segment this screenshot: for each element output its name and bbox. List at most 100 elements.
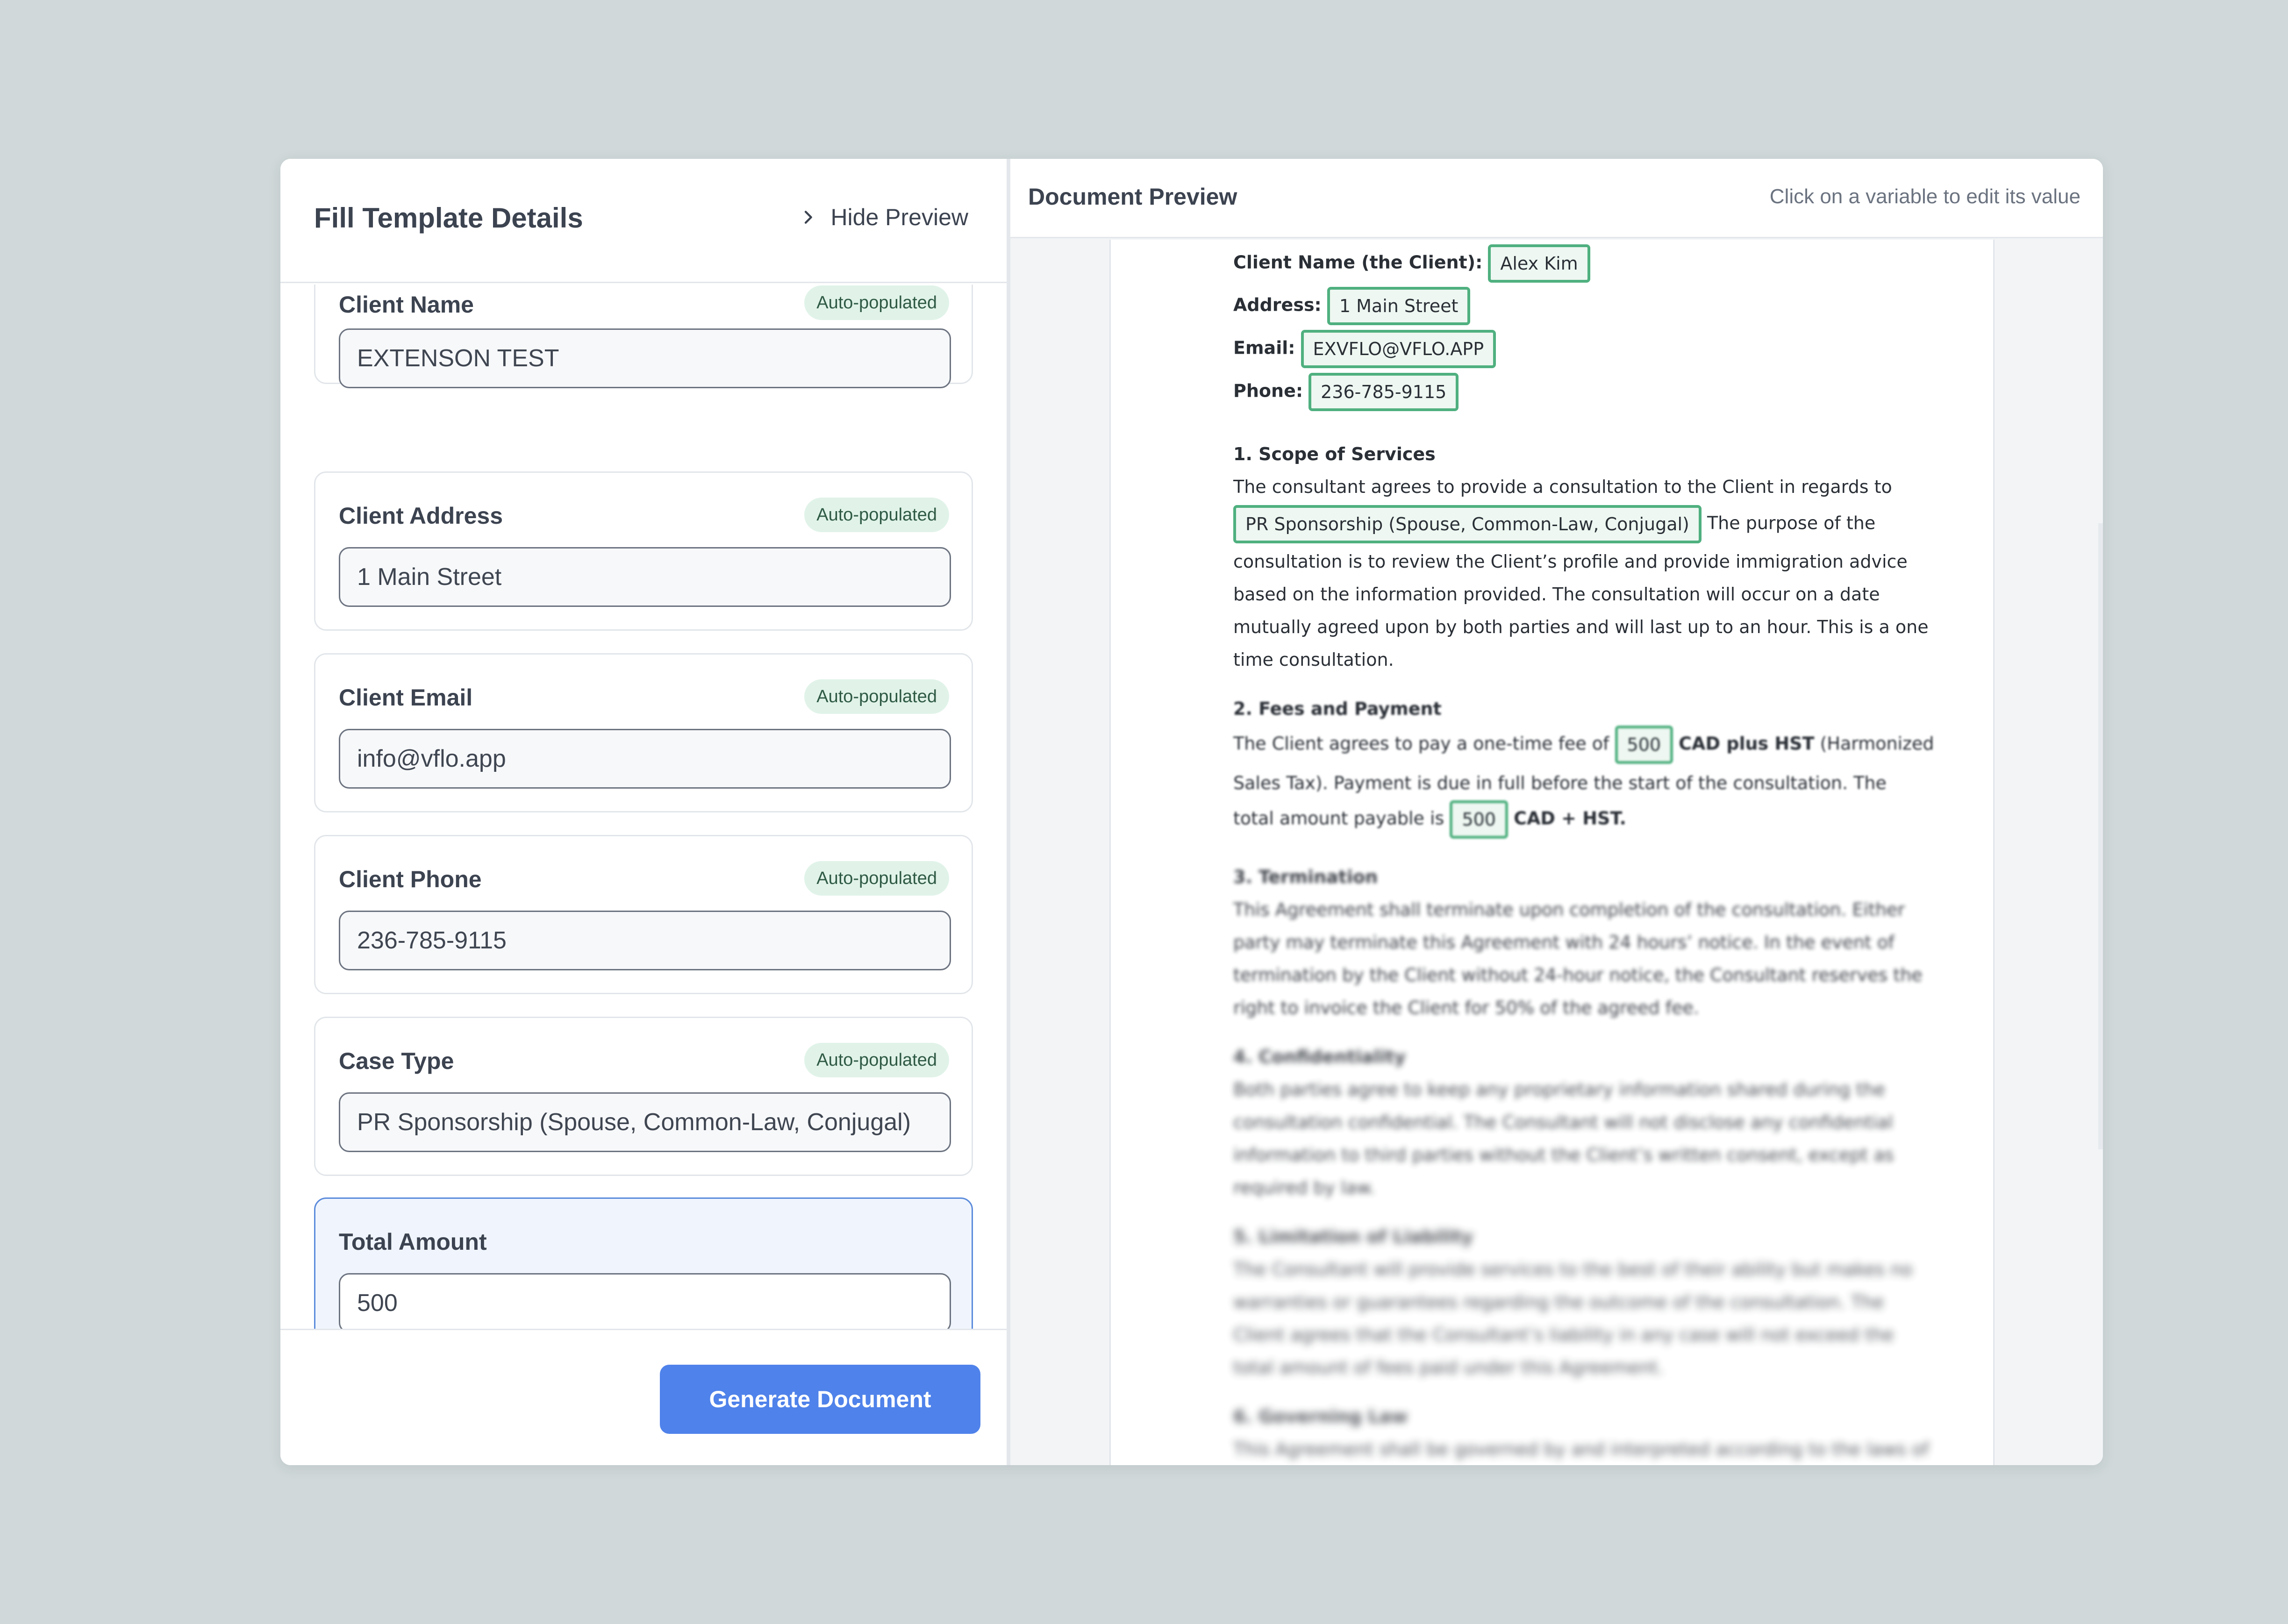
pane-divider[interactable] (1007, 159, 1010, 1465)
document-line: PR Sponsorship (Spouse, Common-Law, Conj… (1233, 505, 1875, 543)
address-line: Address: 1 Main Street (1233, 287, 1471, 325)
document-line: right to invoice the Client for 50% of t… (1233, 999, 1699, 1017)
document-text: party may terminate this Agreement with … (1233, 932, 1895, 953)
document-line: required by law. (1233, 1179, 1375, 1197)
variable-fee[interactable]: 500 (1615, 726, 1673, 764)
auto-populated-badge: Auto-populated (804, 498, 949, 532)
variable-case-type[interactable]: PR Sponsorship (Spouse, Common-Law, Conj… (1233, 505, 1702, 543)
field-label: Client Name (339, 292, 474, 318)
document-text: right to invoice the Client for 50% of t… (1233, 997, 1699, 1018)
preview-title: Document Preview (1028, 184, 1237, 210)
field-label: Total Amount (339, 1229, 487, 1255)
form-header: Fill Template Details Hide Preview (280, 159, 1007, 283)
field-card-client-name: Client Name Auto-populated EXTENSON TEST (314, 285, 973, 388)
fields-scroll-area[interactable]: Client Name Auto-populated EXTENSON TEST… (280, 285, 1007, 1465)
document-line: The consultant agrees to provide a consu… (1233, 478, 1892, 496)
document-line: party may terminate this Agreement with … (1233, 933, 1895, 951)
total-amount-input[interactable]: 500 (339, 1273, 951, 1333)
field-card-client-email: Client Email Auto-populated info@vflo.app (314, 653, 973, 812)
field-card-client-phone: Client Phone Auto-populated 236-785-9115 (314, 835, 973, 994)
section-heading: 1. Scope of Services (1233, 445, 1436, 463)
client-name-line: Client Name (the Client): Alex Kim (1233, 244, 1590, 283)
document-line: Both parties agree to keep any proprieta… (1233, 1081, 1885, 1098)
auto-populated-badge: Auto-populated (804, 1043, 949, 1077)
section-5-heading: 5. Limitation of Liability (1233, 1226, 1473, 1247)
form-footer: Generate Document (280, 1329, 1007, 1465)
client-phone-input[interactable]: 236-785-9115 (339, 911, 951, 970)
document-text: The consultant agrees to provide a consu… (1233, 477, 1892, 497)
document-line: mutually agreed upon by both parties and… (1233, 618, 1929, 636)
section-3-heading: 3. Termination (1233, 867, 1378, 887)
document-line: Client agrees that the Consultant’s liab… (1233, 1326, 1894, 1344)
variable-client-name[interactable]: Alex Kim (1488, 244, 1590, 283)
document-text: consultation confidential. The Consultan… (1233, 1112, 1893, 1133)
phone-line: Phone: 236-785-9115 (1233, 373, 1459, 411)
case-type-input[interactable]: PR Sponsorship (Spouse, Common-Law, Conj… (339, 1092, 951, 1152)
section-heading: 5. Limitation of Liability (1233, 1228, 1473, 1246)
form-title: Fill Template Details (314, 202, 583, 234)
document-text: This Agreement shall terminate upon comp… (1233, 899, 1905, 920)
document-text: The purpose of the (1707, 513, 1876, 534)
client-email-input[interactable]: info@vflo.app (339, 729, 951, 789)
variable-phone[interactable]: 236-785-9115 (1308, 373, 1459, 411)
auto-populated-badge: Auto-populated (804, 679, 949, 714)
document-page: Client Name (the Client): Alex Kim Addres… (1109, 240, 1995, 1465)
section-6-heading: 6. Governing Law (1233, 1406, 1408, 1427)
fee-line: The Client agrees to pay a one-time fee … (1233, 726, 1934, 764)
document-line: time consultation. (1233, 651, 1394, 669)
section-4-heading: 4. Confidentiality (1233, 1047, 1406, 1067)
document-text: Client agrees that the Consultant’s liab… (1233, 1325, 1894, 1345)
variable-address[interactable]: 1 Main Street (1327, 287, 1471, 325)
preview-pane: Document Preview Click on a variable to e… (1010, 159, 2103, 1465)
document-text: Sales Tax). Payment is due in full befor… (1233, 773, 1887, 793)
document-line: termination by the Client without 24-hou… (1233, 966, 1923, 984)
document-text: Both parties agree to keep any proprieta… (1233, 1079, 1886, 1100)
template-dialog: Fill Template Details Hide Preview Clien… (280, 159, 2103, 1465)
document-text: consultation is to review the Client’s p… (1233, 551, 1908, 572)
document-text: total amount payable is (1233, 808, 1444, 829)
chevron-right-icon (805, 211, 813, 224)
document-line: information to third parties without the… (1233, 1146, 1894, 1164)
preview-hint: Click on a variable to edit its value (1769, 185, 2081, 208)
total-line: total amount payable is 500 CAD + HST. (1233, 800, 1626, 839)
client-name-label: Client Name (the Client): (1233, 252, 1483, 273)
document-line: The Consultant will provide services to … (1233, 1261, 1912, 1278)
generate-document-button[interactable]: Generate Document (660, 1365, 980, 1434)
preview-scrollbar[interactable] (2098, 523, 2103, 1149)
field-card-client-address: Client Address Auto-populated 1 Main Str… (314, 471, 973, 631)
email-label: Email: (1233, 337, 1295, 358)
document-line: total amount of fees paid under this Agr… (1233, 1359, 1663, 1376)
client-address-input[interactable]: 1 Main Street (339, 547, 951, 607)
document-text: The Consultant will provide services to … (1233, 1259, 1913, 1280)
preview-header: Document Preview Click on a variable to e… (1010, 159, 2103, 238)
document-text: This Agreement shall be governed by and … (1233, 1439, 1929, 1460)
hide-preview-label: Hide Preview (830, 204, 968, 230)
document-text: CAD plus HST (1679, 733, 1815, 754)
document-line: This Agreement shall terminate upon comp… (1233, 901, 1905, 919)
document-text: CAD + HST. (1514, 808, 1626, 829)
variable-email[interactable]: EXVFLO@VFLO.APP (1301, 330, 1496, 368)
field-label: Client Email (339, 684, 473, 711)
hide-preview-button[interactable]: Hide Preview (799, 204, 968, 231)
field-label: Client Address (339, 503, 503, 529)
document-text: mutually agreed upon by both parties and… (1233, 617, 1929, 637)
auto-populated-badge: Auto-populated (804, 285, 949, 320)
section-heading: 6. Governing Law (1233, 1408, 1408, 1425)
email-line: Email: EXVFLO@VFLO.APP (1233, 330, 1496, 368)
address-label: Address: (1233, 294, 1322, 315)
section-1-heading: 1. Scope of Services (1233, 444, 1436, 464)
field-card-case-type: Case Type Auto-populated PR Sponsorship (S… (314, 1017, 973, 1176)
section-2-heading: 2. Fees and Payment (1233, 698, 1442, 719)
document-text: information to third parties without the… (1233, 1145, 1894, 1165)
variable-total[interactable]: 500 (1450, 800, 1508, 839)
field-label: Case Type (339, 1048, 454, 1074)
client-name-input[interactable]: EXTENSON TEST (339, 328, 951, 388)
field-label: Client Phone (339, 866, 482, 892)
phone-label: Phone: (1233, 380, 1303, 401)
document-text: The Client agrees to pay a one-time fee … (1233, 733, 1609, 754)
section-heading: 3. Termination (1233, 868, 1378, 886)
document-line: consultation is to review the Client’s p… (1233, 553, 1908, 570)
section-heading: 2. Fees and Payment (1233, 700, 1442, 718)
document-line: This Agreement shall be governed by and … (1233, 1440, 1929, 1458)
document-line: based on the information provided. The c… (1233, 585, 1880, 603)
